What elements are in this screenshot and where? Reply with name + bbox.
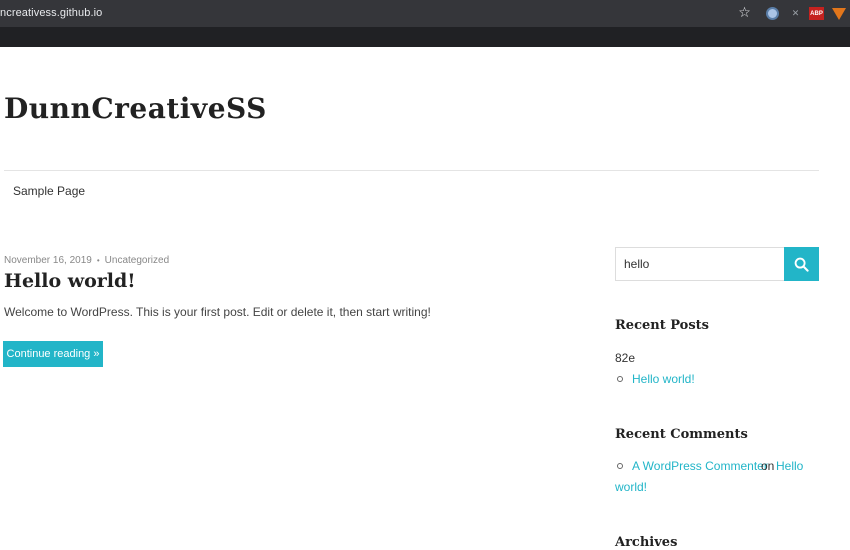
- list-bullet: [617, 463, 623, 469]
- browser-chrome: ncreativess.github.io ☆ ✕ ABP: [0, 0, 850, 47]
- search-icon: [794, 257, 809, 272]
- search-input[interactable]: [615, 247, 784, 281]
- bookmarks-bar: [0, 27, 850, 47]
- comment-author-link[interactable]: A WordPress Commenter: [632, 459, 768, 473]
- adblock-icon[interactable]: ABP: [808, 5, 825, 22]
- post-title[interactable]: Hello world!: [4, 270, 136, 292]
- recent-comments-title: Recent Comments: [615, 427, 748, 442]
- recent-post-link[interactable]: Hello world!: [632, 372, 695, 386]
- adblock-label: ABP: [809, 7, 824, 20]
- comment-post-link[interactable]: Hello: [776, 459, 803, 473]
- address-bar[interactable]: ncreativess.github.io ☆ ✕ ABP: [0, 0, 850, 27]
- comment-on-text: on: [761, 459, 775, 473]
- post-meta: November 16, 2019 • Uncategorized: [4, 255, 169, 266]
- post-excerpt: Welcome to WordPress. This is your first…: [4, 305, 431, 319]
- meta-separator: •: [96, 256, 100, 265]
- url-text[interactable]: ncreativess.github.io: [0, 7, 102, 19]
- list-bullet: [617, 376, 623, 382]
- recent-posts-title: Recent Posts: [615, 318, 709, 333]
- extension-icon[interactable]: [764, 5, 781, 22]
- continue-reading-button[interactable]: Continue reading »: [3, 341, 103, 367]
- post-date[interactable]: November 16, 2019: [4, 255, 92, 266]
- comment-post-link-wrap[interactable]: world!: [615, 480, 647, 494]
- header-divider: [4, 170, 819, 171]
- nav-item-sample-page[interactable]: Sample Page: [13, 184, 85, 198]
- site-title[interactable]: DunnCreativeSS: [4, 92, 267, 125]
- post-category[interactable]: Uncategorized: [105, 255, 169, 266]
- stray-text: 82e: [615, 351, 636, 365]
- archives-title: Archives: [615, 535, 678, 550]
- search-button[interactable]: [784, 247, 819, 281]
- extension-close-icon[interactable]: ✕: [787, 5, 804, 22]
- star-icon[interactable]: ☆: [736, 4, 753, 21]
- metamask-icon[interactable]: [830, 5, 847, 22]
